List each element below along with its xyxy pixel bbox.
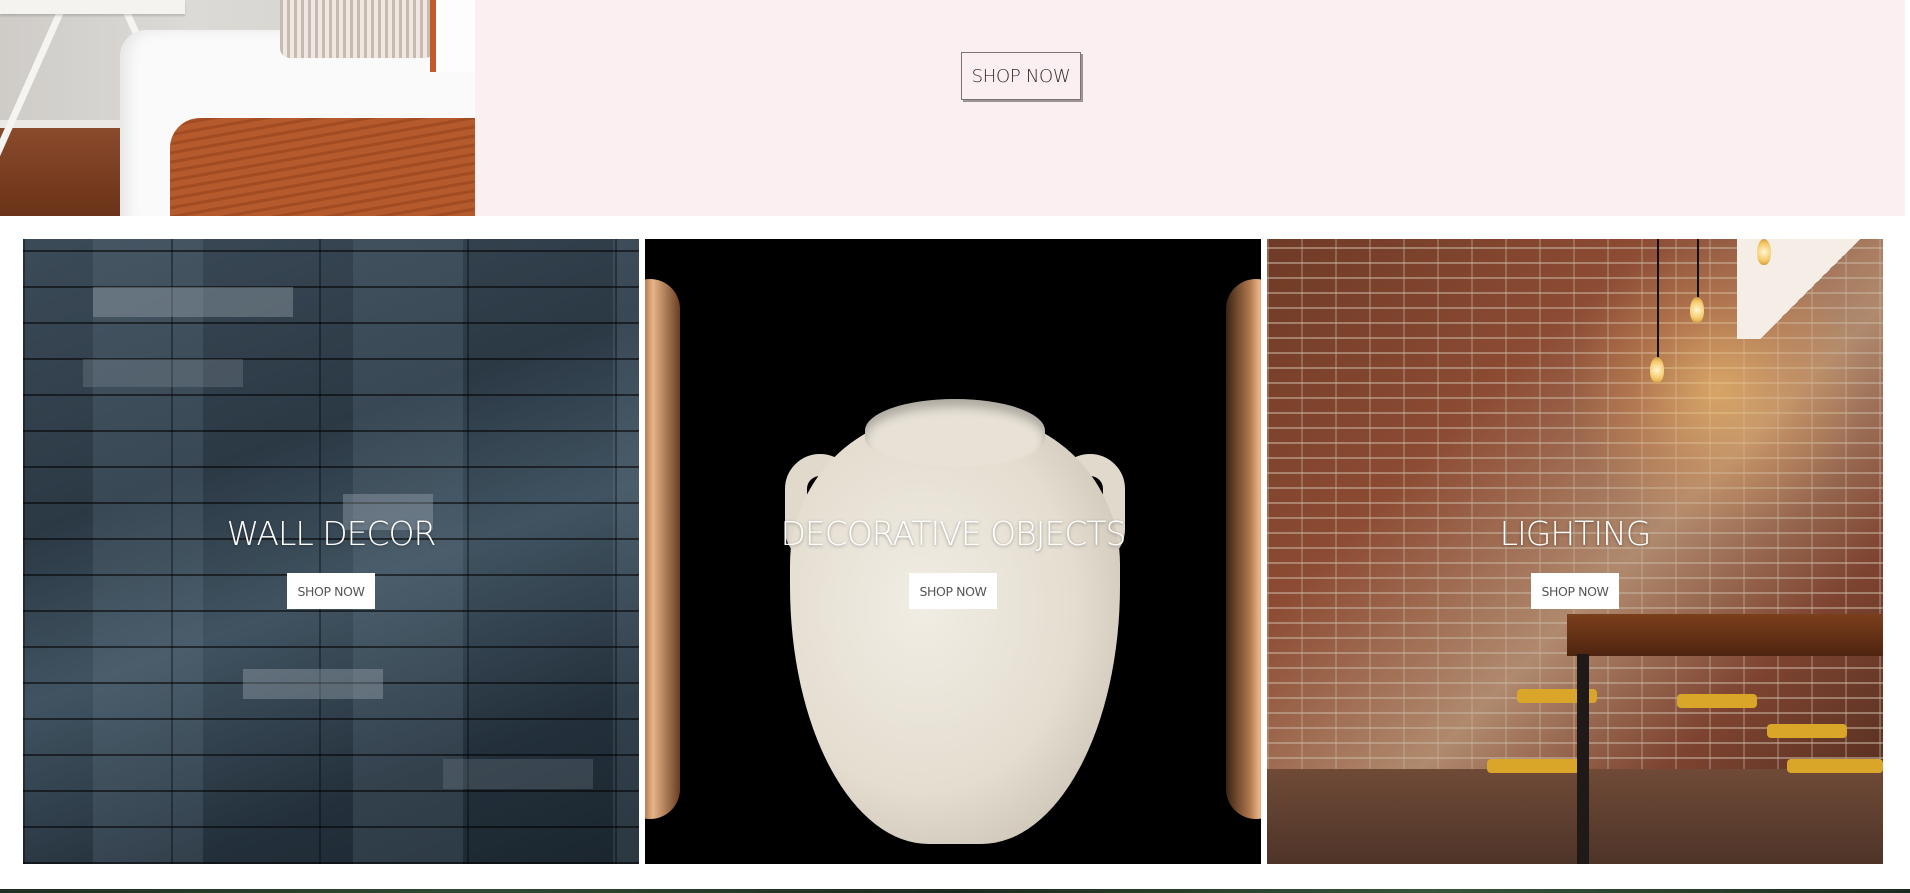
category-tile-decorative-objects[interactable]: DECORATIVE OBJECTS SHOP NOW <box>645 239 1261 864</box>
footer-image-strip <box>0 889 1910 893</box>
bedroom-photo <box>0 0 475 216</box>
category-tile-wall-decor[interactable]: WALL DECOR SHOP NOW <box>23 239 639 864</box>
lighting-shop-now-button[interactable]: SHOP NOW <box>1531 573 1619 609</box>
category-tile-lighting[interactable]: LIGHTING SHOP NOW <box>1267 239 1883 864</box>
hero-banner: SHOP NOW <box>0 0 1905 216</box>
wall-decor-shop-now-button[interactable]: SHOP NOW <box>287 573 375 609</box>
decorative-objects-shop-now-button[interactable]: SHOP NOW <box>909 573 997 609</box>
hero-shop-now-button[interactable]: SHOP NOW <box>961 52 1081 100</box>
category-title: DECORATIVE OBJECTS <box>780 514 1127 553</box>
category-title: LIGHTING <box>1499 514 1652 553</box>
category-title: WALL DECOR <box>226 514 437 553</box>
